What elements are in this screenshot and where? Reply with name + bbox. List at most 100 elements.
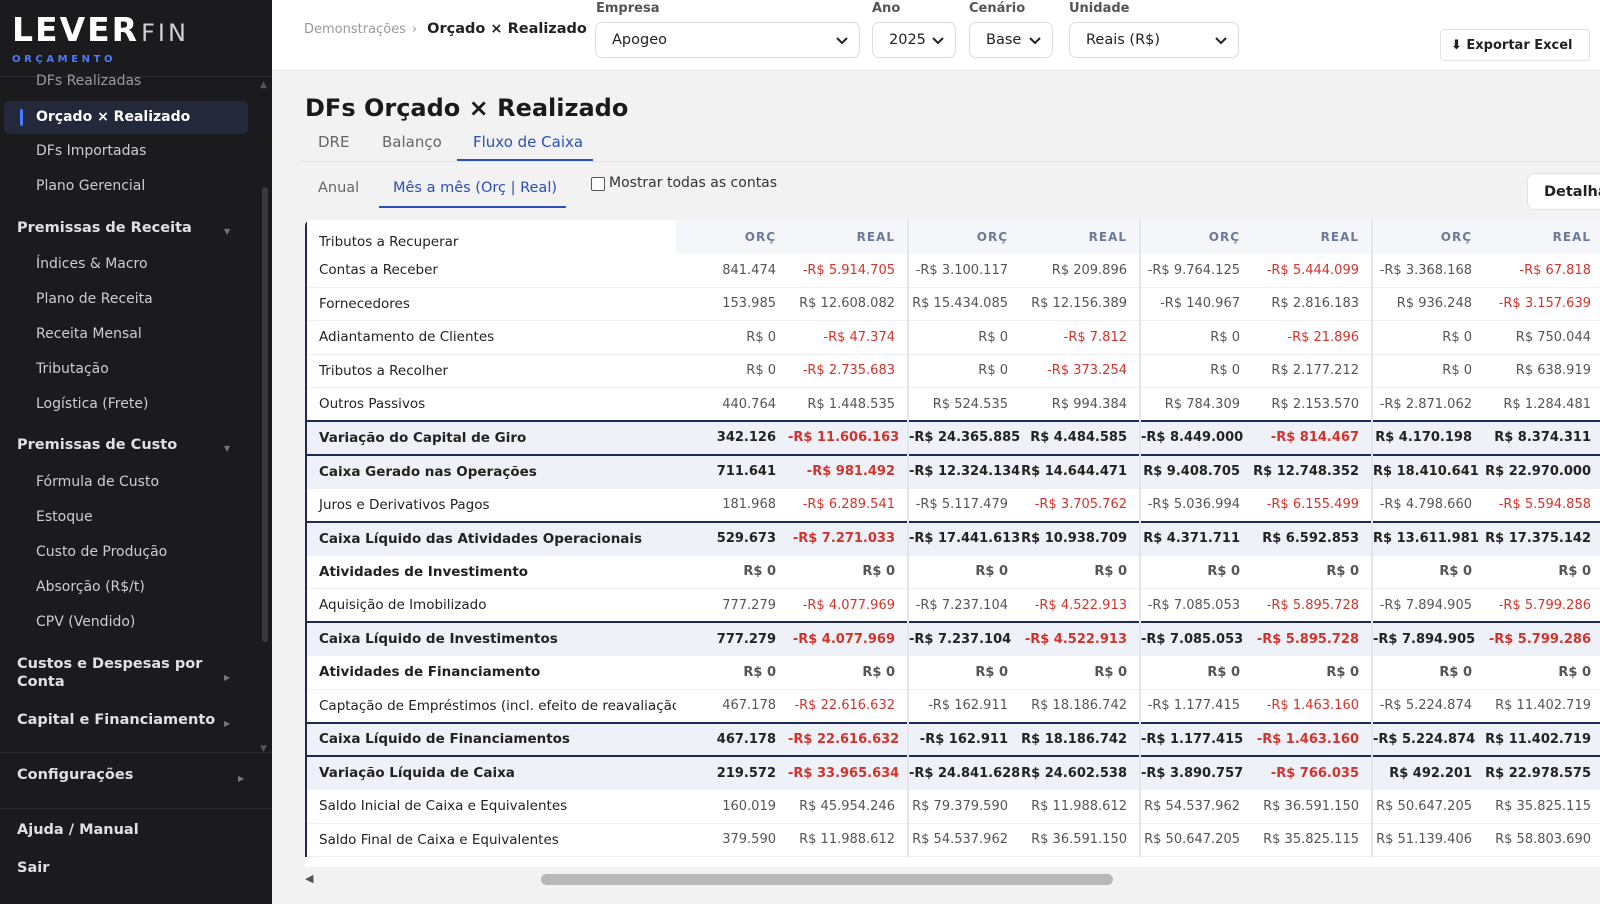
table-cell: R$ 0 [1252,655,1372,690]
scroll-left-icon[interactable]: ◀ [305,872,313,885]
table-cell: R$ 22.970.000 [1484,453,1600,489]
sidebar-item-dfs-realizadas[interactable]: DFs Realizadas [36,73,141,89]
sidebar-item-configuracoes[interactable]: Configurações [17,767,133,783]
table-cell: -R$ 7.237.104 [907,588,1020,623]
sidebar-item-dfs-importadas[interactable]: DFs Importadas [36,143,146,159]
table-cell: R$ 18.410.641 [1371,453,1484,489]
table-cell: R$ 750.044 [1484,320,1600,355]
table-cell: R$ 11.988.612 [1020,789,1140,824]
breadcrumb: Demonstrações › Orçado × Realizado [304,21,587,37]
sidebar-item-indices-macro[interactable]: Índices & Macro [36,256,148,272]
table-cell: 181.968 [676,488,788,522]
table-row[interactable]: Atividades de Investimento R$ 0 R$ 0 R$ 0 R$… [305,555,1600,589]
show-all-accounts-checkbox[interactable] [591,177,605,191]
sidebar-item-label: Orçado × Realizado [36,109,191,125]
table-cell: R$ 11.402.719 [1484,689,1600,723]
table-cell: 342.126 [676,420,788,455]
ano-select[interactable]: 2025 [872,22,956,58]
table-cell: R$ 36.591.150 [1252,789,1372,824]
breadcrumb-root[interactable]: Demonstrações [304,22,406,37]
table-row[interactable]: Contas a Receber 841.474 -R$ 5.914.705 -R$ … [305,253,1600,288]
detail-button[interactable]: Detalha [1527,173,1600,210]
table-row[interactable]: Juros e Derivativos Pagos 181.968 -R$ 6.28… [305,488,1600,522]
table-cell: 219.572 [676,755,788,790]
brand-suffix: FIN [141,19,189,47]
table-row[interactable]: Saldo Inicial de Caixa e Equivalentes 160… [305,789,1600,824]
sidebar-item-cpv[interactable]: CPV (Vendido) [36,614,135,630]
sidebar-item-receita-mensal[interactable]: Receita Mensal [36,326,142,342]
sidebar-item-tributacao[interactable]: Tributação [36,361,109,377]
column-header-real: REAL [788,220,908,254]
table-cell: R$ 24.602.538 [1020,755,1140,790]
row-label: Saldo Final de Caixa e Equivalentes [305,823,676,857]
cenario-value: Base [986,32,1022,48]
table-row[interactable]: Variação Líquida de Caixa 219.572 -R$ 33.9… [305,755,1600,790]
unidade-select[interactable]: Reais (R$) [1069,22,1239,58]
table-row[interactable]: Caixa Gerado nas Operações 711.641 -R$ 981… [305,453,1600,489]
sidebar-group-custos-despesas[interactable]: Custos e Despesas por Conta [17,656,202,690]
chevron-down-icon [1215,37,1227,45]
table-cell: -R$ 766.035 [1252,755,1372,790]
sidebar-item-absorcao[interactable]: Absorção (R$/t) [36,579,145,595]
table-cell: -R$ 4.522.913 [1020,621,1140,656]
sidebar-item-custo-producao[interactable]: Custo de Produção [36,544,167,560]
sidebar-item-estoque[interactable]: Estoque [36,509,93,525]
table-row[interactable]: Variação do Capital de Giro 342.126 -R$ 11… [305,420,1600,455]
tab-balanco[interactable]: Balanço [382,133,442,151]
empresa-select[interactable]: Apogeo [595,22,860,58]
row-label: Caixa Líquido de Investimentos [305,621,676,656]
chevron-down-icon: ▼ [224,444,231,453]
table-cell: 467.178 [676,689,788,723]
table-row[interactable]: Aquisição de Imobilizado 777.279 -R$ 4.077… [305,588,1600,623]
table-row[interactable]: Outros Passivos 440.764 R$ 1.448.535 R$ 524… [305,387,1600,422]
table-cell: R$ 209.896 [1020,253,1140,288]
table-cell: -R$ 7.812 [1020,320,1140,355]
table-cell: -R$ 7.237.104 [907,621,1020,656]
table-cell: R$ 0 [676,555,788,589]
sidebar-group-premissas-receita[interactable]: Premissas de Receita [17,220,192,236]
row-label: Aquisição de Imobilizado [305,588,676,623]
table-row[interactable]: Adiantamento de Clientes R$ 0 -R$ 47.374 R$… [305,320,1600,355]
export-excel-button[interactable]: ⬇ Exportar Excel [1440,29,1590,61]
table-cell: -R$ 7.085.053 [1139,588,1252,623]
sidebar-group-capital-financiamento[interactable]: Capital e Financiamento [17,712,215,728]
horizontal-scrollbar[interactable] [541,874,1113,885]
sidebar-item-sair[interactable]: Sair [17,860,49,876]
sidebar-item-ajuda[interactable]: Ajuda / Manual [17,822,139,838]
table-row[interactable]: Tributos a Recolher R$ 0 -R$ 2.735.683 R$ 0… [305,354,1600,388]
table-row[interactable]: Captação de Empréstimos (incl. efeito de… [305,689,1600,723]
table-cell: -R$ 6.155.499 [1252,488,1372,522]
top-bar: Demonstrações › Orçado × Realizado Empresa… [272,0,1600,71]
subtab-anual[interactable]: Anual [318,180,359,196]
table-row[interactable]: Atividades de Financiamento R$ 0 R$ 0 R$ 0R… [305,655,1600,690]
table-cell: -R$ 3.100.117 [907,253,1020,288]
sidebar-item-formula-custo[interactable]: Fórmula de Custo [36,474,159,490]
sidebar-item-plano-gerencial[interactable]: Plano Gerencial [36,178,145,194]
table-row[interactable]: Caixa Líquido das Atividades Operacionai… [305,520,1600,556]
table-cell: -R$ 17.441.613 [907,520,1020,556]
sidebar-item-logistica[interactable]: Logística (Frete) [36,396,148,412]
show-all-accounts-label[interactable]: Mostrar todas as contas [609,175,777,191]
table-cell: R$ 0 [907,354,1020,388]
table-cell: R$ 994.384 [1020,387,1140,422]
sidebar-item-plano-receita[interactable]: Plano de Receita [36,291,153,307]
table-cell: R$ 14.644.471 [1020,453,1140,489]
empresa-label: Empresa [596,1,660,16]
scroll-up-icon[interactable]: ▲ [260,80,267,90]
table-cell: 777.279 [676,588,788,623]
table-row[interactable]: Caixa Líquido de Investimentos 777.279 -R$… [305,621,1600,656]
sidebar-item-orcado-realizado[interactable]: Orçado × Realizado [4,101,248,134]
table-cell: R$ 35.825.115 [1252,823,1372,857]
table-cell: R$ 0 [907,555,1020,589]
cenario-select[interactable]: Base [969,22,1053,58]
table-row[interactable]: Caixa Líquido de Financiamentos 467.178 -R… [305,721,1600,757]
tab-dre[interactable]: DRE [318,133,349,151]
table-row[interactable]: Fornecedores 153.985 R$ 12.608.082 R$ 15.43… [305,287,1600,321]
tab-fluxo-caixa[interactable]: Fluxo de Caixa [473,133,583,151]
sidebar-group-premissas-custo[interactable]: Premissas de Custo [17,437,177,453]
subtab-mes-a-mes[interactable]: Mês a mês (Orç | Real) [393,180,557,196]
table-row[interactable]: Saldo Final de Caixa e Equivalentes 379.5… [305,823,1600,857]
chevron-right-icon: ▶ [224,719,231,728]
sidebar-scrollbar[interactable] [262,187,268,642]
table-cell: 711.641 [676,453,788,489]
